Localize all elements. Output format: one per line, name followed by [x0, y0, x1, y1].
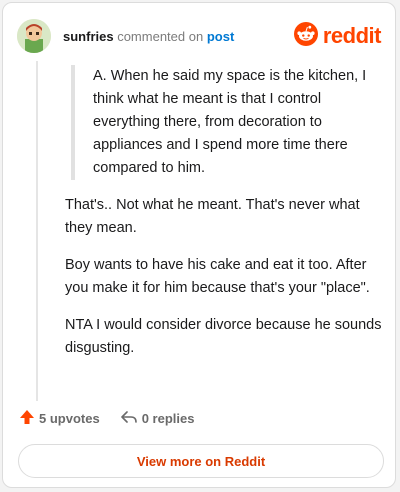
reply-count: 0 replies	[141, 411, 195, 426]
upvote-button[interactable]: 5 upvotes	[19, 409, 100, 428]
quoted-text: A. When he said my space is the kitchen,…	[71, 65, 383, 180]
upvote-count: 5 upvotes	[39, 411, 100, 426]
post-link[interactable]: post	[207, 29, 234, 44]
comment-paragraph: NTA I would consider divorce because he …	[65, 317, 382, 356]
reddit-logo[interactable]: reddit	[293, 21, 382, 51]
comment-body: A. When he said my space is the kitchen,…	[65, 65, 383, 374]
upvote-arrow-icon	[19, 409, 35, 428]
thread-line	[36, 61, 38, 401]
comment-paragraph: Boy wants to have his cake and eat it to…	[65, 257, 370, 296]
reddit-wordmark: reddit	[322, 23, 382, 48]
embed-card: sunfries commented on post reddit A. Whe…	[2, 2, 396, 488]
comment-header: sunfries commented on post reddit	[17, 17, 382, 55]
reply-button[interactable]: 0 replies	[120, 409, 195, 428]
comment-paragraph: That's.. Not what he meant. That's never…	[65, 197, 360, 236]
comment-actions: 5 upvotes 0 replies	[19, 409, 214, 428]
reddit-snoo-icon	[293, 21, 318, 51]
comment-meta: sunfries commented on post	[63, 29, 234, 44]
username-link[interactable]: sunfries	[63, 29, 114, 44]
view-more-button[interactable]: View more on Reddit	[18, 444, 384, 478]
action-text: commented on	[117, 28, 204, 44]
user-avatar[interactable]	[17, 19, 51, 53]
reply-arrow-icon	[120, 409, 138, 428]
